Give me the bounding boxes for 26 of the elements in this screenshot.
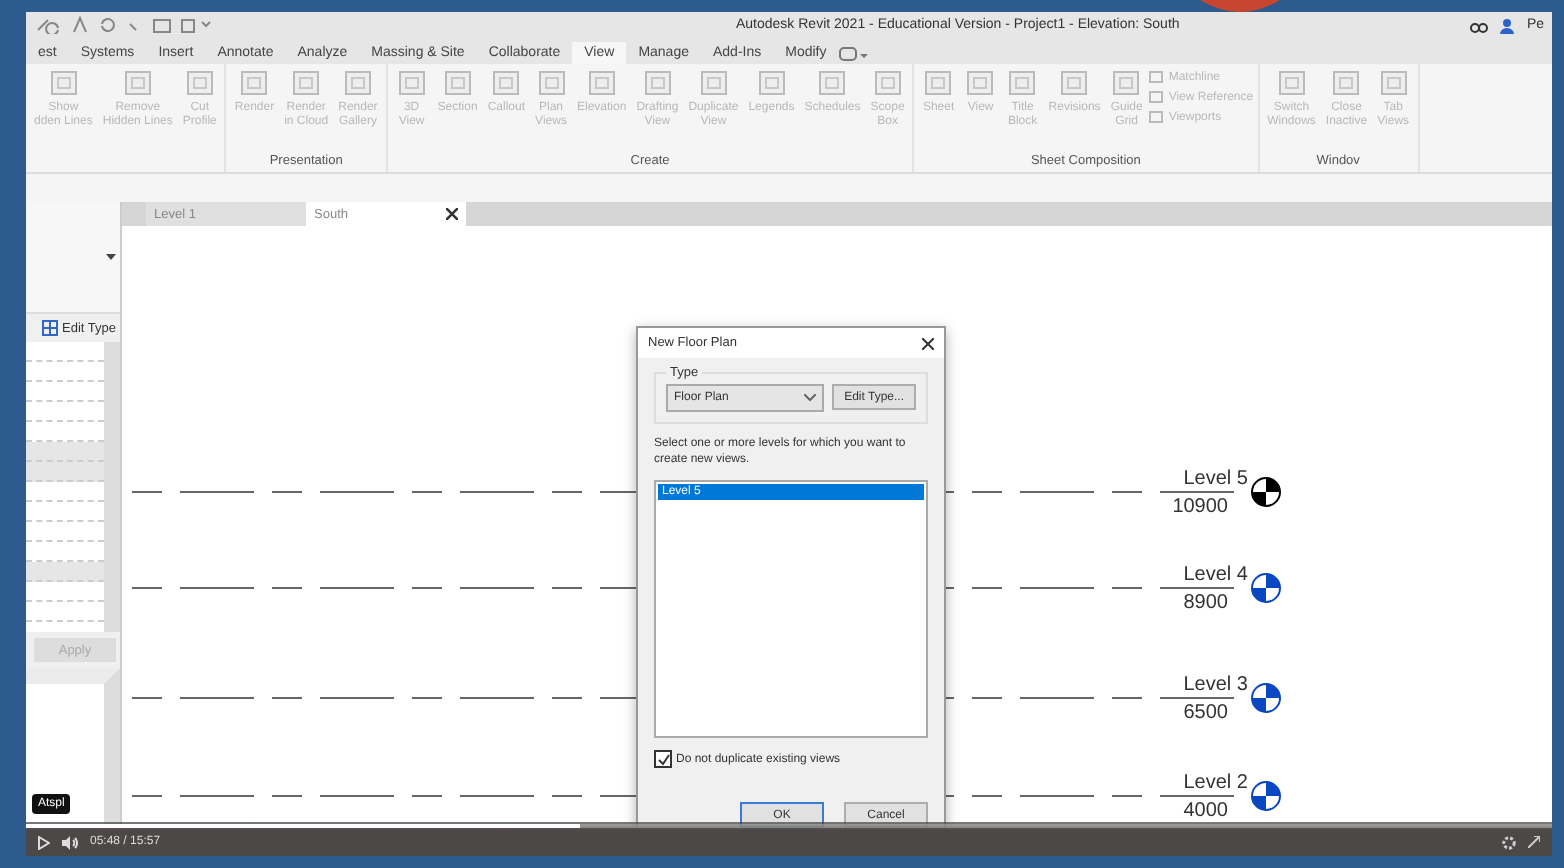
level-name: Level 2 [1183, 772, 1248, 794]
level-elevation: 4000 [1183, 800, 1228, 822]
close-icon[interactable] [446, 208, 458, 220]
fullscreen-icon[interactable] [1528, 836, 1540, 848]
level-head-icon[interactable] [1250, 476, 1282, 508]
binoculars-icon[interactable] [1470, 17, 1489, 33]
level-head-icon[interactable] [1250, 572, 1282, 604]
level-elevation: 10900 [1172, 496, 1228, 518]
level-elevation: 6500 [1183, 702, 1228, 724]
caret-icon [804, 394, 817, 402]
grid-icon [42, 320, 59, 336]
settings-icon[interactable] [1502, 835, 1516, 849]
checkbox[interactable] [654, 750, 672, 768]
play-icon[interactable] [38, 835, 50, 849]
dropdown-control-icon[interactable] [838, 46, 871, 64]
level-name: Level 4 [1183, 564, 1248, 586]
level-head-icon[interactable] [1250, 682, 1282, 714]
level-name: Level 5 [1183, 468, 1248, 490]
toolbar-icons-drawing[interactable] [34, 16, 214, 34]
level-head-icon[interactable] [1250, 780, 1282, 812]
close-icon[interactable] [922, 337, 934, 349]
user-icon[interactable] [1500, 17, 1515, 33]
volume-icon[interactable] [62, 835, 78, 849]
level-elevation: 8900 [1183, 592, 1228, 614]
level-name: Level 3 [1183, 674, 1248, 696]
caret-icon [106, 254, 116, 260]
